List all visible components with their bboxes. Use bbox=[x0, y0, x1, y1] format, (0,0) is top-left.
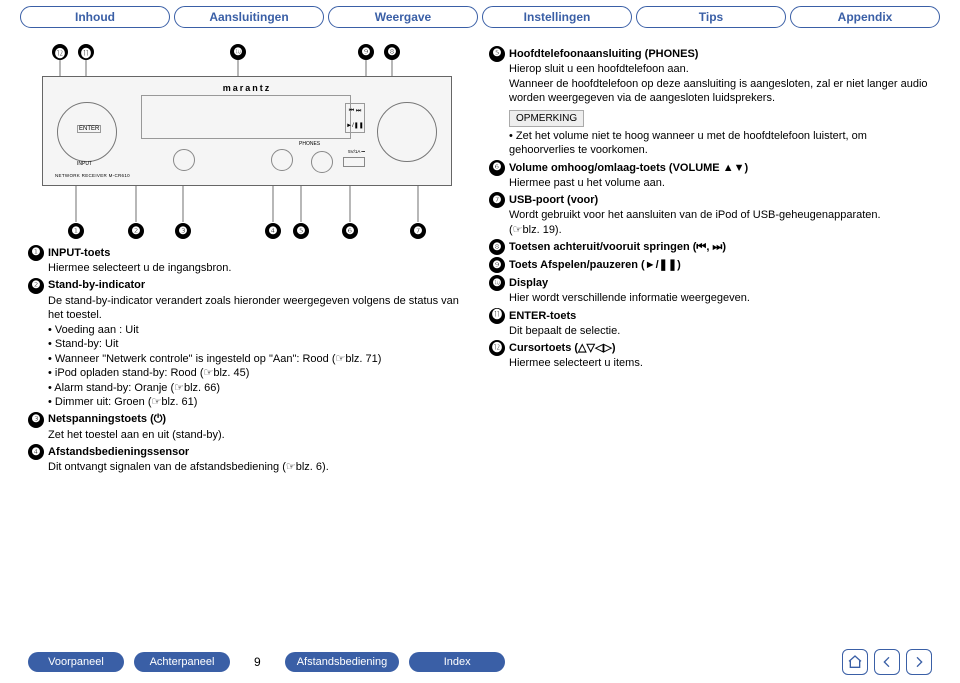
callout-6: ❻ bbox=[342, 223, 358, 239]
line-2-4: • iPod opladen stand-by: Rood (☞blz. 45) bbox=[48, 366, 471, 381]
callout-5: ❺ bbox=[293, 223, 309, 239]
model-label: NETWORK RECEIVER M-CR610 bbox=[55, 173, 130, 178]
line-7-0: Wordt gebruikt voor het aansluiten van d… bbox=[509, 208, 932, 223]
power-button-outline bbox=[173, 149, 195, 171]
line-5-0: Hierop sluit u een hoofdtelefoon aan. bbox=[509, 62, 932, 77]
callout-4: ❹ bbox=[265, 223, 281, 239]
line-2-5: • Alarm stand-by: Oranje (☞blz. 66) bbox=[48, 381, 471, 396]
bullet-4: ❹ bbox=[28, 444, 44, 460]
footer-btn-achterpaneel[interactable]: Achterpaneel bbox=[134, 652, 230, 672]
footer-nav: Voorpaneel Achterpaneel 9 Afstandsbedien… bbox=[0, 649, 960, 675]
tab-aansluitingen[interactable]: Aansluitingen bbox=[174, 6, 324, 28]
title-8: Toetsen achteruit/vooruit springen (⏮, ⏭… bbox=[509, 240, 726, 255]
bullet-7: ❼ bbox=[489, 192, 505, 208]
enter-label: ENTER bbox=[77, 125, 101, 133]
left-description-list: ❶ INPUT-toets Hiermee selecteert u de ing… bbox=[28, 245, 471, 475]
line-6-0: Hiermee past u het volume aan. bbox=[509, 176, 932, 191]
line-7-1: (☞blz. 19). bbox=[509, 223, 932, 238]
tab-appendix[interactable]: Appendix bbox=[790, 6, 940, 28]
line-10-0: Hier wordt verschillende informatie weer… bbox=[509, 291, 932, 306]
callout-7: ❼ bbox=[410, 223, 426, 239]
input-label: INPUT bbox=[77, 161, 92, 167]
bullet-2: ❷ bbox=[28, 278, 44, 294]
bullet-3: ❸ bbox=[28, 412, 44, 428]
footer-btn-voorpaneel[interactable]: Voorpaneel bbox=[28, 652, 124, 672]
tab-weergave[interactable]: Weergave bbox=[328, 6, 478, 28]
note-text: • Zet het volume niet te hoog wanneer u … bbox=[509, 129, 932, 158]
title-4: Afstandsbedieningssensor bbox=[48, 445, 189, 460]
line-12-0: Hiermee selecteert u items. bbox=[509, 356, 932, 371]
bullet-12: ⓬ bbox=[489, 340, 505, 356]
next-page-icon[interactable] bbox=[906, 649, 932, 675]
line-2-3: • Wanneer "Netwerk controle" is ingestel… bbox=[48, 352, 471, 367]
brand-label: marantz bbox=[223, 83, 272, 93]
display-window bbox=[141, 95, 351, 139]
footer-btn-index[interactable]: Index bbox=[409, 652, 505, 672]
ir-sensor-outline bbox=[271, 149, 293, 171]
bullet-5: ❺ bbox=[489, 46, 505, 62]
note-label: OPMERKING bbox=[509, 110, 584, 127]
line-2-6: • Dimmer uit: Groen (☞blz. 61) bbox=[48, 395, 471, 410]
line-3-0: Zet het toestel aan en uit (stand-by). bbox=[48, 428, 471, 443]
prev-page-icon[interactable] bbox=[874, 649, 900, 675]
bullet-1: ❶ bbox=[28, 245, 44, 261]
bullet-11: ⓫ bbox=[489, 308, 505, 324]
right-description-list: ❺ Hoofdtelefoonaansluiting (PHONES) Hiero… bbox=[489, 44, 932, 475]
home-icon[interactable] bbox=[842, 649, 868, 675]
line-4-0: Dit ontvangt signalen van de afstandsbed… bbox=[48, 460, 471, 475]
top-tabs: Inhoud Aansluitingen Weergave Instelling… bbox=[0, 0, 960, 28]
usb-voltage-label: 5V/1A ⎓ bbox=[348, 149, 365, 154]
title-3: Netspanningstoets (⏻) bbox=[48, 412, 166, 427]
bullet-6: ❻ bbox=[489, 160, 505, 176]
title-9: Toets Afspelen/pauzeren (►/❚❚) bbox=[509, 258, 681, 273]
footer-btn-afstandsbediening[interactable]: Afstandsbediening bbox=[285, 652, 400, 672]
bullet-9: ❾ bbox=[489, 257, 505, 273]
line-2-1: • Voeding aan : Uit bbox=[48, 323, 471, 338]
title-10: Display bbox=[509, 276, 548, 291]
callout-1: ❶ bbox=[68, 223, 84, 239]
title-11: ENTER-toets bbox=[509, 309, 576, 324]
line-11-0: Dit bepaalt de selectie. bbox=[509, 324, 932, 339]
tab-instellingen[interactable]: Instellingen bbox=[482, 6, 632, 28]
line-5-1: Wanneer de hoofdtelefoon op deze aanslui… bbox=[509, 77, 932, 106]
title-2: Stand-by-indicator bbox=[48, 278, 145, 293]
title-6: Volume omhoog/omlaag-toets (VOLUME ▲▼) bbox=[509, 161, 748, 176]
tab-tips[interactable]: Tips bbox=[636, 6, 786, 28]
page-number: 9 bbox=[254, 655, 261, 669]
receiver-outline: marantz ENTER INPUT NETWORK RECEIVER M-C… bbox=[42, 76, 452, 186]
front-panel-diagram: ⓬ ⓫ ❿ ❾ ❽ marantz E bbox=[28, 44, 468, 239]
title-7: USB-poort (voor) bbox=[509, 193, 598, 208]
title-5: Hoofdtelefoonaansluiting (PHONES) bbox=[509, 47, 698, 62]
title-12: Cursortoets (△▽◁▷) bbox=[509, 341, 616, 356]
callout-2: ❷ bbox=[128, 223, 144, 239]
bullet-10: ❿ bbox=[489, 275, 505, 291]
usb-port-outline bbox=[343, 157, 365, 167]
line-2-2: • Stand-by: Uit bbox=[48, 337, 471, 352]
title-1: INPUT-toets bbox=[48, 246, 110, 261]
line-2-0: De stand-by-indicator verandert zoals hi… bbox=[48, 294, 471, 323]
play-buttons-box: ⏮ ⏭►/❚❚ bbox=[345, 103, 365, 133]
bullet-8: ❽ bbox=[489, 239, 505, 255]
line-1-0: Hiermee selecteert u de ingangsbron. bbox=[48, 261, 471, 276]
phones-jack-outline bbox=[311, 151, 333, 173]
phones-label: PHONES bbox=[299, 141, 320, 147]
volume-knob bbox=[377, 102, 437, 162]
tab-inhoud[interactable]: Inhoud bbox=[20, 6, 170, 28]
callout-3: ❸ bbox=[175, 223, 191, 239]
